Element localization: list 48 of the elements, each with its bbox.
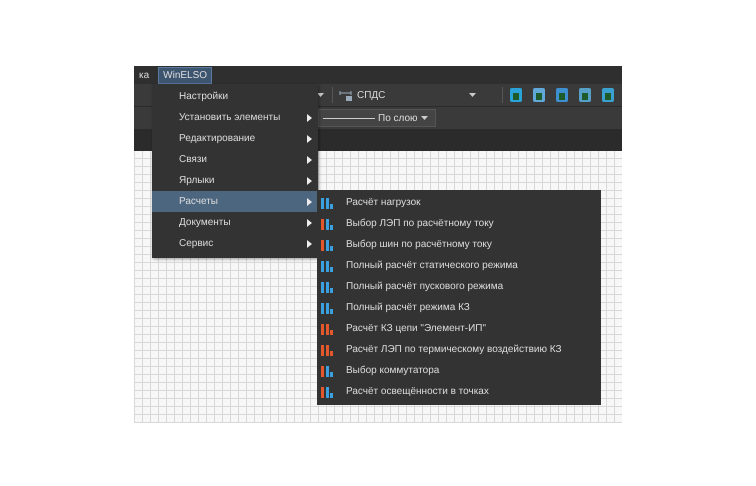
submenu-item-label: Расчёт нагрузок xyxy=(346,197,421,208)
document-icon[interactable] xyxy=(532,87,546,103)
menu-item[interactable]: Установить элементы xyxy=(152,107,318,128)
menu-item-label: Установить элементы xyxy=(179,112,280,123)
submenu-item-label: Расчёт ЛЭП по термическому воздействию КЗ xyxy=(346,344,562,355)
menu-bar-item[interactable]: WinELSO xyxy=(158,66,212,84)
submenu-item[interactable]: Расчёт ЛЭП по термическому воздействию КЗ xyxy=(317,339,601,360)
menu-item-label: Документы xyxy=(179,217,231,228)
menu-item[interactable]: Настройки xyxy=(152,86,318,107)
menu-item-label: Редактирование xyxy=(179,133,256,144)
menu-item-label: Расчеты xyxy=(179,196,218,207)
dimension-icon xyxy=(339,89,353,101)
menu-item[interactable]: Расчеты xyxy=(152,191,318,212)
menu-item-label: Ярлыки xyxy=(179,175,214,186)
submenu-item-label: Выбор шин по расчётному току xyxy=(346,239,492,250)
submenu-item-label: Полный расчёт пускового режима xyxy=(346,281,504,292)
style-dropdown[interactable]: СПДС xyxy=(332,87,482,103)
submenu-item-label: Выбор ЛЭП по расчётному току xyxy=(346,218,494,229)
menu-bar-item[interactable]: ка xyxy=(134,66,154,84)
caret-icon xyxy=(420,116,428,120)
menu-item[interactable]: Документы xyxy=(152,212,318,233)
submenu-item[interactable]: Выбор ЛЭП по расчётному току xyxy=(317,213,601,234)
document-icon[interactable] xyxy=(578,87,592,103)
caret-icon xyxy=(469,93,476,97)
submenu-item[interactable]: Расчёт КЗ цепи "Элемент-ИП" xyxy=(317,318,601,339)
submenu-item-label: Расчёт освещённости в точках xyxy=(346,386,489,397)
menu-item[interactable]: Ярлыки xyxy=(152,170,318,191)
submenu-item-label: Выбор коммутатора xyxy=(346,365,440,376)
document-icon[interactable] xyxy=(509,87,523,103)
submenu-item[interactable]: Расчёт освещённости в точках xyxy=(317,381,601,402)
caret-icon xyxy=(317,93,324,97)
menu-item-label: Связи xyxy=(179,154,208,165)
menu-item-label: Сервис xyxy=(179,238,214,249)
submenu-item[interactable]: Выбор коммутатора xyxy=(317,360,601,381)
submenu-item[interactable]: Полный расчёт статического режима xyxy=(317,255,601,276)
submenu-item[interactable]: Полный расчёт режима КЗ xyxy=(317,297,601,318)
submenu-item[interactable]: Расчёт нагрузок xyxy=(317,192,601,213)
submenu-item-label: Расчёт КЗ цепи "Элемент-ИП" xyxy=(346,323,486,334)
document-icon[interactable] xyxy=(555,87,569,103)
linetype-dropdown[interactable]: По слою xyxy=(318,109,436,127)
submenu-item[interactable]: Выбор шин по расчётному току xyxy=(317,234,601,255)
menu-item[interactable]: Связи xyxy=(152,149,318,170)
submenu-item-label: Полный расчёт статического режима xyxy=(346,260,518,271)
submenu-item-label: Полный расчёт режима КЗ xyxy=(346,302,470,313)
submenu-item[interactable]: Полный расчёт пускового режима xyxy=(317,276,601,297)
menu-item-label: Настройки xyxy=(179,91,228,102)
menu-item[interactable]: Сервис xyxy=(152,233,318,254)
document-icon[interactable] xyxy=(601,87,615,103)
